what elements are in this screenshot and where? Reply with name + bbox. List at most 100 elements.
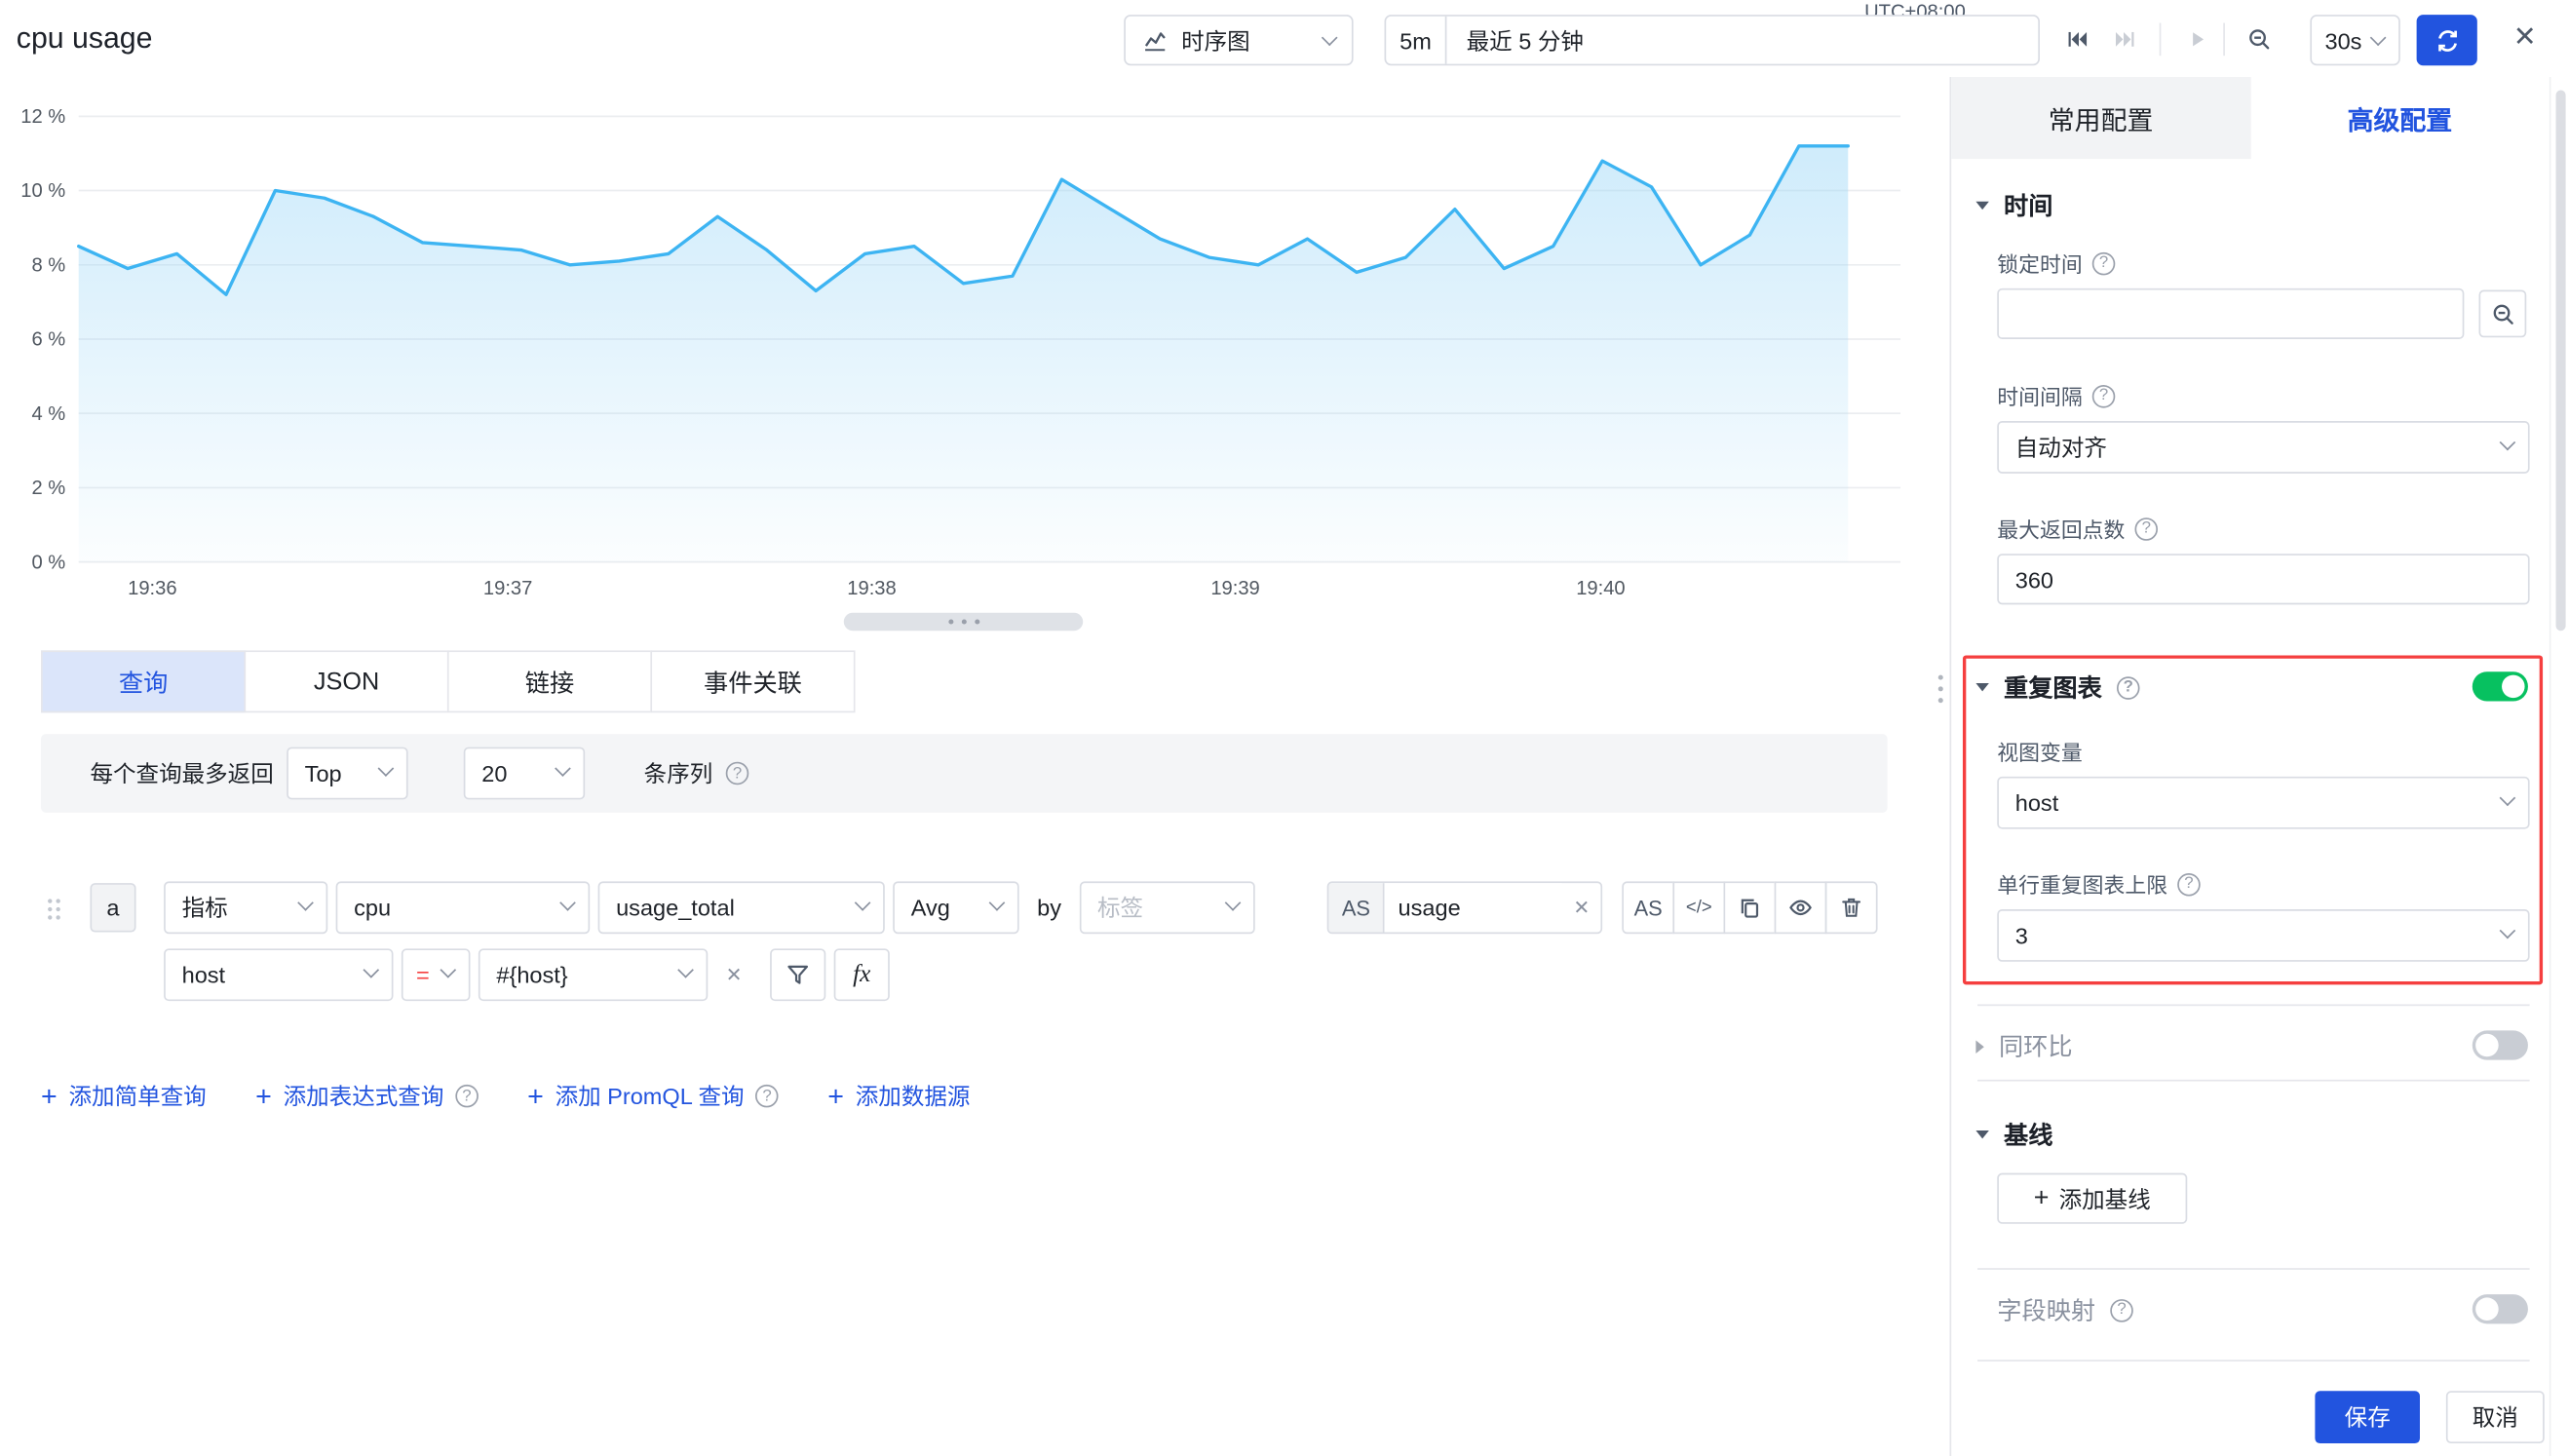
skip-back-button[interactable] [2056, 18, 2099, 60]
compare-toggle[interactable] [2473, 1030, 2528, 1059]
section-baseline-header[interactable]: 基线 [1975, 1118, 2052, 1152]
lock-time-zoom-button[interactable] [2479, 290, 2527, 338]
funnel-icon [785, 962, 811, 988]
function-button[interactable]: fx [834, 948, 890, 1001]
time-range-picker[interactable]: 5m 最近 5 分钟 [1385, 15, 2040, 65]
zoom-out-button[interactable] [2238, 18, 2281, 60]
cancel-button[interactable]: 取消 [2446, 1391, 2545, 1443]
tab-advanced-config[interactable]: 高级配置 [2250, 77, 2550, 159]
add-datasource-link[interactable]: + 添加数据源 [827, 1080, 970, 1113]
view-variable-text: 视图变量 [1997, 736, 2082, 767]
delete-button[interactable] [1825, 881, 1878, 934]
chart-type-select[interactable]: 时序图 [1124, 15, 1353, 65]
help-icon[interactable] [455, 1085, 479, 1108]
section-time-header[interactable]: 时间 [1975, 188, 2052, 222]
filter-key-select[interactable]: host [164, 948, 393, 1001]
aggregation-value: Avg [911, 895, 950, 921]
code-button[interactable]: </> [1672, 881, 1725, 934]
metric-type-select[interactable]: 指标 [164, 881, 327, 934]
chevron-down-icon [2500, 790, 2516, 807]
section-compare-title: 同环比 [1999, 1029, 2073, 1063]
tab-links[interactable]: 链接 [447, 650, 652, 712]
tab-json[interactable]: JSON [244, 650, 448, 712]
lock-time-input[interactable] [1997, 288, 2464, 339]
view-variable-select[interactable]: host [1997, 777, 2529, 829]
section-compare-header[interactable]: 同环比 [1975, 1029, 2072, 1063]
dot-icon [974, 619, 978, 624]
alias-input[interactable] [1385, 883, 1562, 932]
add-promql-query-link[interactable]: + 添加 PromQL 查询 [527, 1080, 779, 1113]
add-expression-query-link[interactable]: + 添加表达式查询 [255, 1080, 479, 1113]
plus-icon: + [527, 1082, 544, 1110]
alias-group: AS ✕ [1327, 881, 1603, 934]
filter-key-value: host [182, 962, 225, 988]
help-icon[interactable] [2110, 1298, 2133, 1322]
svg-text:0 %: 0 % [32, 552, 66, 573]
chart-type-label: 时序图 [1181, 23, 1250, 57]
query-drag-handle[interactable] [46, 897, 62, 928]
save-button[interactable]: 保存 [2315, 1391, 2420, 1443]
filter-button[interactable] [770, 948, 825, 1001]
as-button[interactable]: AS [1622, 881, 1674, 934]
query-letter-badge: a [90, 883, 135, 932]
help-icon[interactable] [2117, 675, 2140, 699]
caret-down-icon [1975, 1130, 1988, 1138]
field-mapping-title: 字段映射 [1997, 1292, 2095, 1326]
time-interval-select[interactable]: 自动对齐 [1997, 421, 2529, 474]
help-icon[interactable] [2092, 251, 2116, 275]
plus-icon: + [827, 1082, 844, 1110]
filter-operator-select[interactable]: = [402, 948, 471, 1001]
divider [2223, 23, 2225, 57]
field-select[interactable]: usage_total [598, 881, 885, 934]
filter-value-select[interactable]: #{host} [479, 948, 708, 1001]
remove-filter-button[interactable]: ✕ [716, 948, 752, 1001]
limit-count-select[interactable]: 20 [464, 747, 585, 800]
timeseries-chart[interactable]: 0 %2 %4 %6 %8 %10 %12 %19:3619:3719:3819… [0, 77, 1950, 642]
duplicate-button[interactable] [1724, 881, 1777, 934]
chart-scroll-handle[interactable] [844, 613, 1083, 631]
add-simple-query-link[interactable]: + 添加简单查询 [41, 1080, 207, 1113]
close-button[interactable]: ✕ [2513, 19, 2537, 56]
help-icon[interactable] [2177, 872, 2201, 896]
clear-alias-icon[interactable]: ✕ [1562, 883, 1601, 932]
max-per-row-label: 单行重复图表上限 [1997, 868, 2200, 900]
help-icon[interactable] [726, 762, 749, 785]
repeat-chart-toggle[interactable] [2473, 671, 2528, 701]
play-button[interactable] [2176, 18, 2219, 60]
caret-down-icon [1975, 683, 1988, 691]
tab-query[interactable]: 查询 [41, 650, 246, 712]
tab-event-association[interactable]: 事件关联 [650, 650, 855, 712]
field-value: usage_total [616, 895, 735, 921]
query-editor-column: 0 %2 %4 %6 %8 %10 %12 %19:3619:3719:3819… [0, 77, 1950, 1456]
divider [1977, 1360, 2530, 1361]
add-baseline-button[interactable]: + 添加基线 [1997, 1173, 2187, 1224]
help-icon[interactable] [2134, 517, 2158, 540]
measurement-select[interactable]: cpu [336, 881, 591, 934]
group-by-select[interactable]: 标签 [1080, 881, 1255, 934]
field-mapping-toggle[interactable] [2473, 1294, 2528, 1323]
as-label: AS [1328, 883, 1385, 932]
panel-resize-handle[interactable] [1938, 675, 1943, 704]
help-icon[interactable] [755, 1085, 779, 1108]
section-field-mapping-header[interactable]: 字段映射 [1997, 1292, 2133, 1326]
visibility-button[interactable] [1775, 881, 1827, 934]
help-icon[interactable] [2092, 384, 2116, 407]
max-per-row-select[interactable]: 3 [1997, 909, 2529, 962]
zoom-out-icon [2246, 26, 2273, 53]
refresh-interval-select[interactable]: 30s [2310, 15, 2399, 65]
svg-text:10 %: 10 % [20, 180, 65, 202]
max-points-input[interactable] [1997, 554, 2529, 604]
limit-type-select[interactable]: Top [287, 747, 407, 800]
chevron-down-icon [2500, 923, 2516, 939]
scrollbar-thumb[interactable] [2556, 90, 2566, 631]
tab-common-config[interactable]: 常用配置 [1951, 77, 2250, 159]
skip-forward-button[interactable] [2104, 18, 2147, 60]
svg-text:2 %: 2 % [32, 478, 66, 499]
chevron-down-icon [677, 962, 694, 978]
section-repeat-header[interactable]: 重复图表 [1975, 671, 2139, 705]
add-baseline-label: 添加基线 [2059, 1182, 2151, 1215]
svg-text:19:38: 19:38 [847, 578, 896, 599]
aggregation-select[interactable]: Avg [893, 881, 1018, 934]
fx-label: fx [853, 961, 870, 989]
refresh-button[interactable] [2417, 15, 2477, 65]
